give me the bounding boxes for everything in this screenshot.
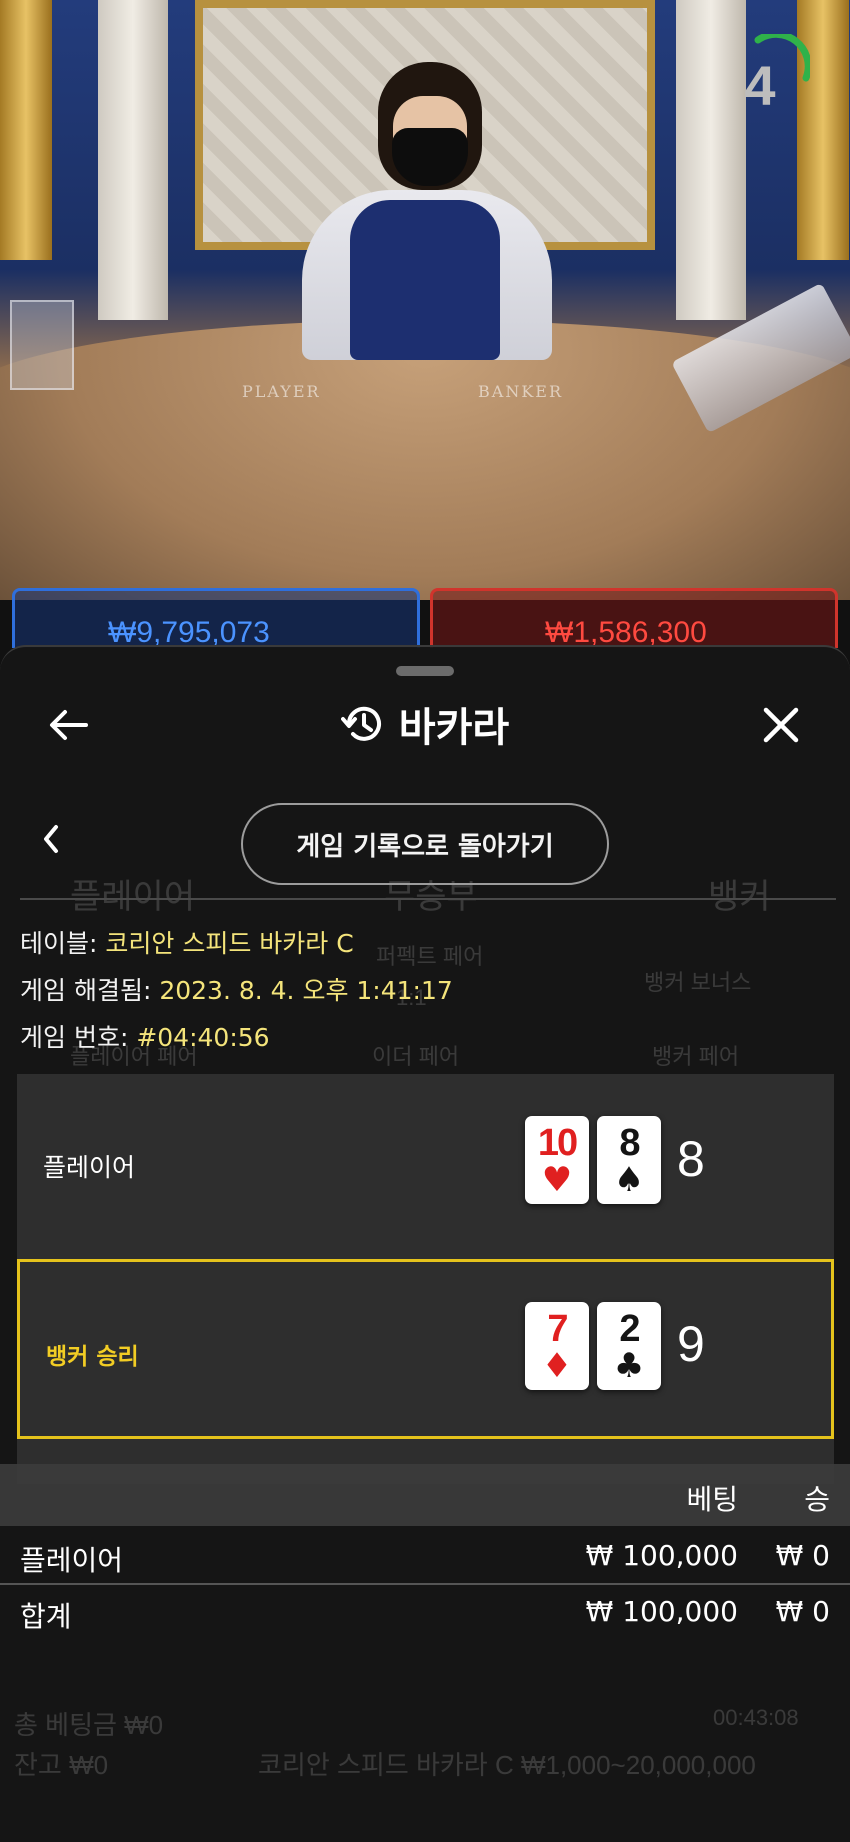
playing-card: 7 ♦ [525,1302,589,1390]
sheet-grabber[interactable] [396,666,454,676]
row-win-amount: ₩ 0 [775,1595,830,1628]
info-game-number: 게임 번호: #04:40:56 [20,1018,270,1054]
table-row-total: 합계 ₩ 100,000 ₩ 0 [0,1585,850,1641]
banker-score: 9 [677,1316,705,1372]
game-history-sheet: 플레이어 무승부 뱅커 퍼펙트 페어 1:1 뱅커 보너스 플레이어 페어 이더… [0,645,850,1842]
info-number-label: 게임 번호: [20,1023,129,1052]
row-bet-amount: ₩ 100,000 [585,1595,738,1628]
bet-table-header: 베팅 승 [0,1464,850,1526]
diamond-suit-icon: ♦ [541,1345,573,1386]
club-suit-icon: ♣ [613,1345,645,1386]
pillar [98,0,168,320]
close-button[interactable] [753,697,809,753]
heart-suit-icon: ♥ [541,1159,573,1200]
card-rank: 8 [619,1121,640,1164]
spade-suit-icon: ♠ [613,1159,645,1200]
sheet-header: 바카라 [0,695,850,753]
ghost-either-pair: 이더 페어 [372,1044,460,1069]
sheet-title: 바카라 [398,705,510,751]
player-score: 8 [677,1131,705,1187]
info-number-value: #04:40:56 [136,1023,270,1052]
ghost-balance: 잔고 ₩0 [14,1750,109,1780]
card-rank: 7 [547,1307,568,1350]
back-to-history-button[interactable]: 게임 기록으로 돌아가기 [241,803,609,885]
ghost-perfect-pair: 퍼펙트 페어 [376,944,484,969]
banker-result-row: 뱅커 승리 7 ♦ 2 ♣ 9 [17,1259,834,1439]
card-rank: 2 [619,1307,640,1350]
ghost-banker-header: 뱅커 [708,878,771,916]
table-row: 플레이어 ₩ 100,000 ₩ 0 [0,1529,850,1585]
dealer-vest [350,200,500,360]
playing-card: 8 ♠ [597,1116,661,1204]
player-label: 플레이어 [43,1153,136,1182]
row-bet-amount: ₩ 100,000 [585,1539,738,1572]
card-rank: 10 [537,1121,578,1164]
row-win-amount: ₩ 0 [775,1539,830,1572]
info-table: 테이블: 코리안 스피드 바카라 C [20,924,354,960]
pillar [676,0,746,320]
row-label: 합계 [20,1600,72,1633]
chevron-left-icon[interactable] [36,819,66,859]
felt-label-player: PLAYER [242,382,321,401]
bet-column-header: 베팅 [686,1483,738,1516]
info-resolved: 게임 해결됨: 2023. 8. 4. 오후 1:41:17 [20,971,453,1007]
playing-card: 2 ♣ [597,1302,661,1390]
row-label: 플레이어 [20,1544,124,1577]
info-resolved-label: 게임 해결됨: [20,976,152,1005]
ghost-table-limits: 코리안 스피드 바카라 C ₩1,000~20,000,000 [258,1750,756,1780]
banker-win-label: 뱅커 승리 [46,1344,139,1370]
ghost-player-header: 플레이어 [70,878,196,916]
ghost-banker-bonus: 뱅커 보너스 [644,970,752,995]
divider [20,898,836,900]
ghost-clock: 00:43:08 [713,1705,799,1730]
countdown-number: 4 [744,54,776,117]
gold-panel [0,0,52,260]
player-result-row: 플레이어 10 ♥ 8 ♠ 8 [17,1074,834,1254]
ghost-total-bet: 총 베팅금 ₩0 [14,1710,164,1740]
close-icon [763,707,799,743]
dealer-mask [392,128,468,186]
discard-holder [10,300,74,390]
info-table-label: 테이블: [20,929,98,958]
win-column-header: 승 [804,1483,830,1516]
live-video-feed: PLAYER BANKER [0,0,850,600]
history-clock-icon [340,706,381,741]
playing-card: 10 ♥ [525,1116,589,1204]
info-resolved-value: 2023. 8. 4. 오후 1:41:17 [159,976,453,1005]
felt-label-banker: BANKER [478,382,563,401]
info-table-value: 코리안 스피드 바카라 C [105,929,354,958]
ghost-banker-pair: 뱅커 페어 [652,1044,740,1069]
